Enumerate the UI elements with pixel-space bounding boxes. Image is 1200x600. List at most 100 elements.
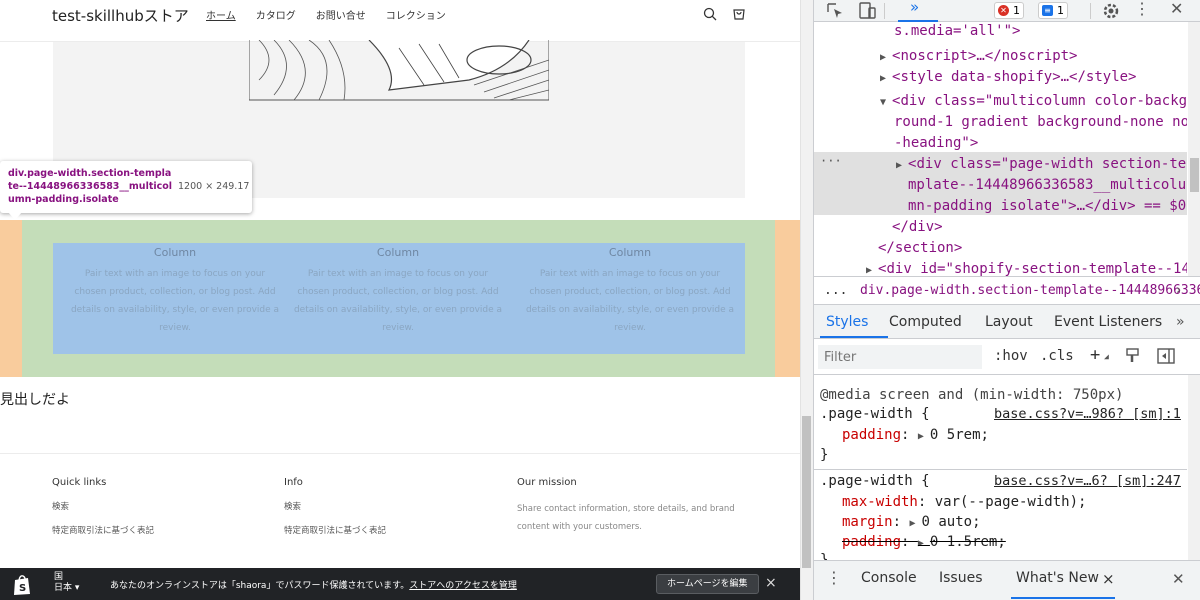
rule-source-link[interactable]: base.css?v=…986? [sm]:1 [994, 404, 1181, 424]
nav-collections[interactable]: コレクション [386, 7, 446, 22]
dom-line-multicolumn[interactable]: ▼ <div class="multicolumn color-backg [880, 91, 1187, 113]
nav-home[interactable]: ホーム [206, 7, 236, 22]
new-rule-button[interactable]: + [1090, 345, 1100, 365]
more-tabs-icon[interactable]: » [910, 0, 919, 16]
footer-link-legal[interactable]: 特定商取引法に基づく表記 [52, 524, 272, 536]
node-ellipsis[interactable]: ··· [820, 151, 842, 172]
close-drawer-icon[interactable]: ✕ [1172, 570, 1185, 588]
close-tab-icon[interactable]: × [1102, 570, 1115, 588]
dom-line[interactable]: </section> [878, 238, 962, 259]
css-declaration[interactable]: margin: ▶ 0 auto; [842, 512, 981, 534]
elements-scrollbar-thumb[interactable] [1190, 158, 1199, 192]
breadcrumb-scroll-right-icon[interactable]: › [1176, 277, 1181, 304]
footer-link-search[interactable]: 検索 [52, 500, 272, 512]
rule-source-link[interactable]: base.css?v=…6? [sm]:247 [994, 471, 1181, 491]
devtools-drawer-tabs: ⋮ Console Issues What's New × ✕ [814, 560, 1200, 600]
elements-tree[interactable]: ··· s.media='all'"> ▶ <noscript>…</noscr… [814, 22, 1187, 276]
rule-selector[interactable]: .page-width { [820, 404, 930, 424]
dom-line[interactable]: </div> [892, 217, 943, 238]
css-declaration[interactable]: padding: ▶ 0 5rem; [842, 425, 989, 447]
edit-homepage-button[interactable]: ホームページを編集 [656, 574, 759, 594]
more-options-icon[interactable]: ⋮ [1134, 0, 1150, 18]
site-logo[interactable]: test-skillhubストア [52, 5, 189, 26]
dom-line-selected[interactable]: mplate--14448966336583__multicolu [908, 175, 1186, 196]
rule-divider [814, 469, 1187, 470]
css-value[interactable]: 0 5rem [930, 427, 981, 443]
media-query: @media screen and (min-width: 750px) [820, 387, 1124, 403]
css-property[interactable]: padding [842, 427, 901, 443]
close-devtools-icon[interactable]: ✕ [1170, 0, 1183, 18]
dom-line-selected[interactable]: ▶ <div class="page-width section-te [896, 154, 1186, 176]
rich-text-heading: 見出しだよ [0, 392, 70, 408]
tooltip-arrow [8, 212, 22, 220]
css-declaration[interactable]: max-width: var(--page-width); [842, 492, 1086, 512]
admin-message: あなたのオンラインストアは「shaora」でパスワード保護されています。ストアへ… [110, 578, 517, 591]
collapse-triangle-icon[interactable]: ▼ [880, 97, 892, 108]
dom-line-noscript[interactable]: ▶ <noscript>…</noscript> [880, 46, 1077, 68]
styles-scrollbar[interactable] [1188, 375, 1200, 560]
column-text: Pair text with an image to focus on your… [70, 269, 280, 333]
css-property[interactable]: max-width [842, 494, 918, 510]
svg-text:S: S [19, 583, 26, 594]
css-value[interactable]: 0 auto [921, 514, 972, 530]
styles-filter-input[interactable] [818, 345, 982, 369]
class-toggle-button[interactable]: .cls [1040, 348, 1074, 364]
footer-info: Info 検索 特定商取引法に基づく表記 [284, 477, 504, 536]
css-property[interactable]: padding [842, 534, 901, 550]
paint-brush-icon[interactable] [1124, 347, 1142, 369]
country-selector[interactable]: 国 日本 ▾ [54, 572, 79, 594]
footer-mission-text: Share contact information, store details… [517, 504, 735, 532]
breadcrumb-current[interactable]: div.page-width.section-template--1444896… [860, 277, 1200, 304]
tab-event-listeners[interactable]: Event Listeners [1054, 314, 1162, 330]
dom-line-style[interactable]: ▶ <style data-shopify>…</style> [880, 67, 1136, 89]
tab-computed[interactable]: Computed [889, 314, 962, 330]
page-scrollbar-thumb[interactable] [802, 416, 811, 568]
elements-scrollbar[interactable] [1188, 22, 1200, 276]
dom-line[interactable]: -heading"> [894, 133, 978, 154]
css-declaration-overridden[interactable]: padding: ▶ 0 1.5rem; [842, 532, 1006, 554]
expand-triangle-icon[interactable]: ▶ [880, 52, 892, 63]
more-sidebar-tabs-icon[interactable]: » [1176, 314, 1185, 330]
shopify-bag-icon[interactable]: S [12, 574, 32, 600]
cart-icon[interactable] [731, 6, 747, 26]
hover-state-button[interactable]: :hov [994, 348, 1028, 364]
rule-selector[interactable]: .page-width { [820, 471, 930, 491]
breadcrumb-more[interactable]: ... [824, 277, 847, 304]
dom-line-section[interactable]: ▶ <div id="shopify-section-template--14 [866, 259, 1187, 276]
tab-styles[interactable]: Styles [826, 314, 868, 330]
column-text: Pair text with an image to focus on your… [293, 269, 503, 333]
manage-access-link[interactable]: ストアへのアクセスを管理 [409, 581, 517, 591]
nav-contact[interactable]: お問い合せ [316, 7, 366, 22]
close-icon[interactable]: × [765, 575, 777, 591]
error-badge[interactable]: ✕ 1 [994, 2, 1024, 19]
expand-shorthand-icon[interactable]: ▶ [918, 538, 930, 549]
new-rule-caret-icon[interactable]: ◢ [1104, 352, 1109, 361]
tab-console[interactable]: Console [861, 570, 917, 586]
dom-line-selected[interactable]: mn-padding isolate">…</div> == $0 [908, 196, 1186, 217]
css-value[interactable]: 0 1.5rem [930, 534, 997, 550]
drawer-menu-icon[interactable]: ⋮ [826, 568, 842, 587]
message-badge[interactable]: ≡ 1 [1038, 2, 1068, 19]
toggle-sidebar-icon[interactable] [1156, 347, 1176, 369]
nav-catalog[interactable]: カタログ [256, 7, 296, 22]
dom-line[interactable]: round-1 gradient background-none no [894, 112, 1187, 133]
tab-whats-new[interactable]: What's New [1016, 570, 1099, 586]
whats-new-tab-underline [1011, 597, 1115, 599]
expand-triangle-icon[interactable]: ▶ [896, 160, 908, 171]
page-viewport: test-skillhubストア ホーム カタログ お問い合せ コレクション C… [0, 0, 800, 600]
expand-triangle-icon[interactable]: ▶ [866, 265, 878, 276]
footer-link-search[interactable]: 検索 [284, 500, 504, 512]
footer-link-legal[interactable]: 特定商取引法に基づく表記 [284, 524, 504, 536]
css-value[interactable]: var(--page-width) [935, 494, 1078, 510]
css-property[interactable]: margin [842, 514, 893, 530]
padding-highlight-left [0, 220, 22, 377]
country-value: 日本 [54, 583, 73, 593]
expand-triangle-icon[interactable]: ▶ [880, 73, 892, 84]
tab-issues[interactable]: Issues [939, 570, 983, 586]
tab-layout[interactable]: Layout [985, 314, 1033, 330]
expand-shorthand-icon[interactable]: ▶ [909, 518, 921, 529]
shoe-illustration [249, 40, 549, 101]
search-icon[interactable] [702, 6, 718, 26]
expand-shorthand-icon[interactable]: ▶ [918, 431, 930, 442]
dom-line[interactable]: s.media='all'"> [894, 22, 1020, 42]
